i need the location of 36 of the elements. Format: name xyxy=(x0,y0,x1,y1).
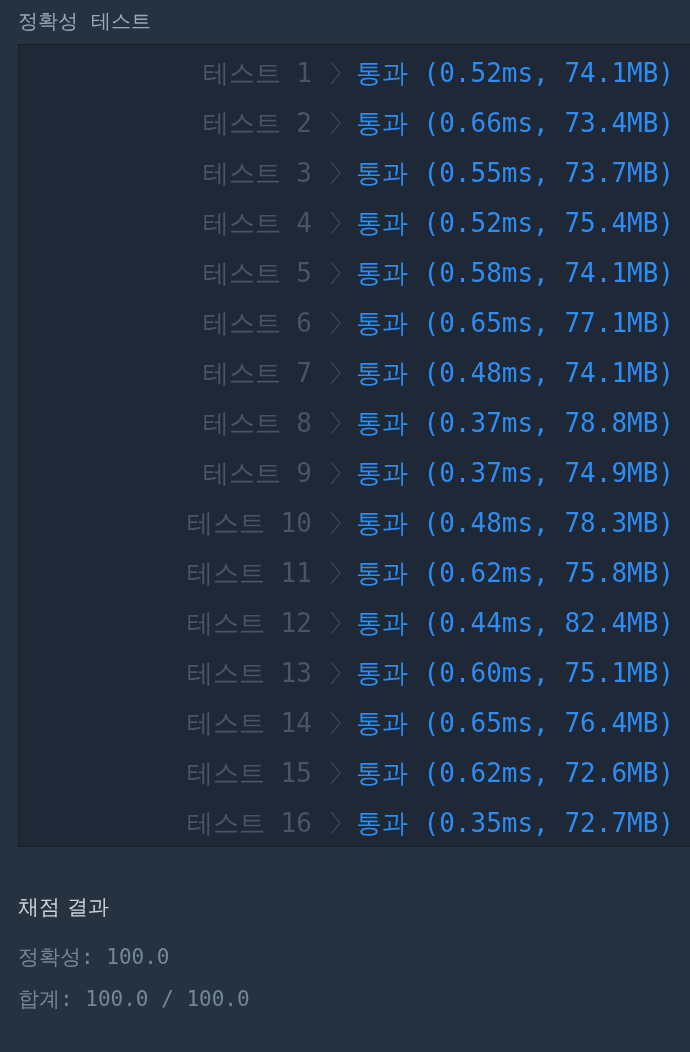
test-result: 통과 (0.37ms, 74.9MB) xyxy=(355,456,674,490)
chevron-right-icon xyxy=(327,760,342,786)
test-result: 통과 (0.37ms, 78.8MB) xyxy=(355,406,674,440)
test-result: 통과 (0.62ms, 75.8MB) xyxy=(355,556,674,590)
test-result: 통과 (0.62ms, 72.6MB) xyxy=(355,756,674,790)
score-line: 정확성: 100.0 xyxy=(18,944,171,971)
chevron-right-icon xyxy=(327,610,342,636)
chevron-right-icon xyxy=(327,60,342,86)
section-title: 정확성 테스트 xyxy=(18,9,151,33)
chevron-right-icon xyxy=(327,410,342,436)
test-result: 통과 (0.65ms, 76.4MB) xyxy=(355,706,674,740)
chevron-right-icon xyxy=(327,210,342,236)
test-result: 통과 (0.44ms, 82.4MB) xyxy=(355,606,674,640)
result-title: 채점 결과 xyxy=(18,894,110,921)
chevron-right-icon xyxy=(327,110,342,136)
chevron-right-icon xyxy=(327,260,342,286)
chevron-right-icon xyxy=(327,710,342,736)
test-result: 통과 (0.52ms, 74.1MB) xyxy=(355,56,674,90)
score-line: 합계: 100.0 / 100.0 xyxy=(18,986,251,1013)
test-result: 통과 (0.60ms, 75.1MB) xyxy=(355,656,674,690)
chevron-right-icon xyxy=(327,460,342,486)
chevron-right-icon xyxy=(327,560,342,586)
chevron-right-icon xyxy=(327,510,342,536)
chevron-right-icon xyxy=(327,310,342,336)
test-result: 통과 (0.52ms, 75.4MB) xyxy=(355,206,674,240)
chevron-right-icon xyxy=(327,660,342,686)
test-result: 통과 (0.35ms, 72.7MB) xyxy=(355,806,674,840)
test-result: 통과 (0.58ms, 74.1MB) xyxy=(355,256,674,290)
test-result: 통과 (0.48ms, 78.3MB) xyxy=(355,506,674,540)
chevron-right-icon xyxy=(327,160,342,186)
test-result: 통과 (0.48ms, 74.1MB) xyxy=(355,356,674,390)
chevron-right-icon xyxy=(327,810,342,836)
test-result: 통과 (0.65ms, 77.1MB) xyxy=(355,306,674,340)
test-result: 통과 (0.55ms, 73.7MB) xyxy=(355,156,674,190)
chevron-right-icon xyxy=(327,360,342,386)
test-result: 통과 (0.66ms, 73.4MB) xyxy=(355,106,674,140)
